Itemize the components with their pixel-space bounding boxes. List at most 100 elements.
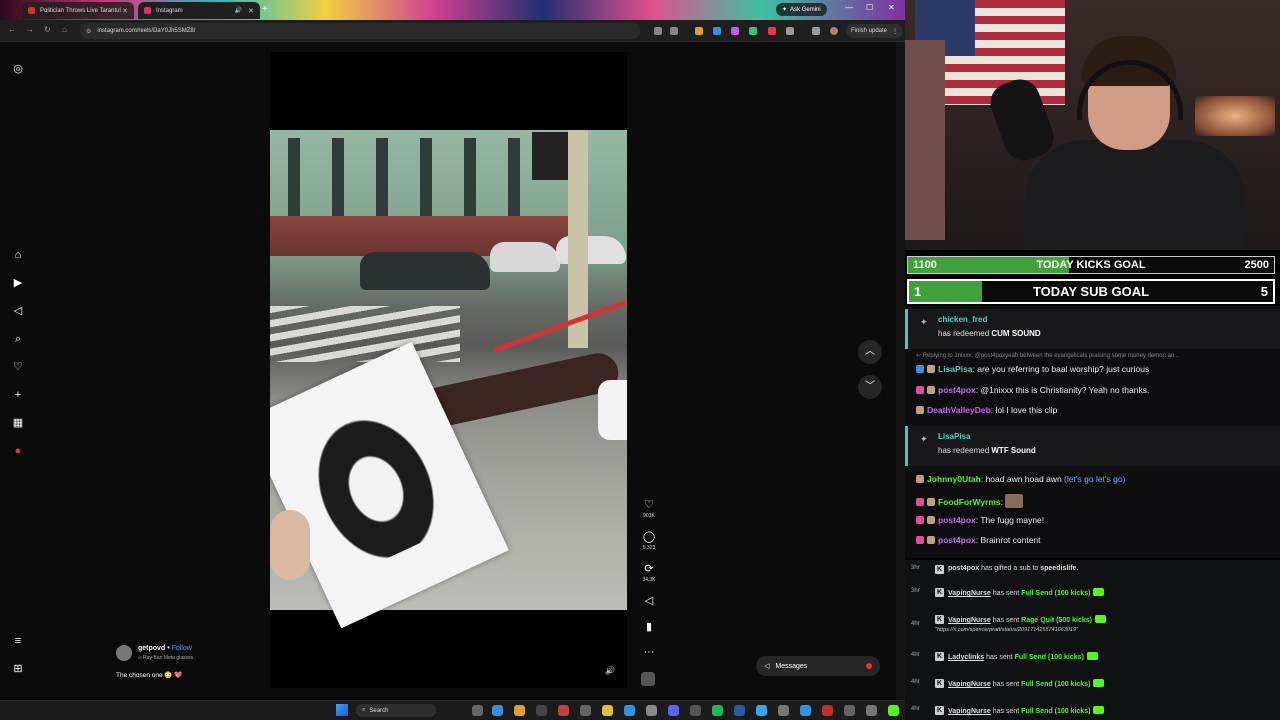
chat-username[interactable]: Johnny0Utah	[927, 474, 981, 484]
messages-button[interactable]: ◁ Messages	[756, 656, 880, 676]
kicks-goal-bar: 1100 TODAY KICKS GOAL 2500	[907, 256, 1275, 274]
feed-user[interactable]: VapingNurse	[948, 708, 991, 715]
taskbar-search[interactable]: ⌕ Search	[356, 704, 436, 717]
extension-icon[interactable]	[731, 27, 739, 35]
folder-icon[interactable]	[602, 705, 613, 716]
sub-goal-label: TODAY SUB GOAL	[1032, 284, 1150, 299]
create-icon[interactable]: +	[11, 388, 25, 402]
crosswalk	[270, 306, 460, 362]
tab-politician[interactable]: Politician Throws Live Tarantul ✕	[22, 2, 134, 19]
bookmark-star-icon[interactable]	[670, 27, 678, 35]
sidebar-icon[interactable]	[812, 27, 820, 35]
profile-icon[interactable]: ●	[11, 444, 25, 458]
feed-user[interactable]: VapingNurse	[948, 681, 991, 688]
site-info-icon[interactable]: ⚙	[86, 28, 91, 35]
app-icon[interactable]	[558, 705, 569, 716]
reels-icon[interactable]: ▶	[11, 276, 25, 290]
previous-reel-button[interactable]: ︿	[858, 340, 882, 364]
audio-thumbnail[interactable]	[641, 672, 655, 686]
app-icon[interactable]	[580, 705, 591, 716]
feed-time: 4hr	[911, 706, 920, 712]
repost-icon[interactable]: ⟳	[638, 562, 660, 575]
menu-icon[interactable]: ≡	[11, 634, 25, 648]
extensions-puzzle-icon[interactable]	[786, 27, 794, 35]
chat-username[interactable]: FoodForWyrms	[938, 497, 1001, 507]
badge-icon	[916, 386, 924, 394]
task-view-icon[interactable]	[472, 705, 483, 716]
obs-icon[interactable]	[536, 705, 547, 716]
scrollbar[interactable]	[896, 42, 905, 700]
store-icon[interactable]	[624, 705, 635, 716]
volume-icon[interactable]: 🔊	[605, 666, 615, 675]
chat-username[interactable]: LisaPisa	[938, 364, 973, 374]
also-from-meta-icon[interactable]: ⊞	[11, 662, 25, 676]
feed-user[interactable]: post4pox	[948, 565, 979, 572]
home-icon[interactable]: ⌂	[11, 248, 25, 262]
app-icon[interactable]	[844, 705, 855, 716]
chrome-icon[interactable]	[514, 705, 525, 716]
more-options-icon[interactable]: ···	[638, 646, 660, 658]
kick-icon[interactable]	[888, 705, 899, 716]
redeem-prefix: has redeemed	[938, 446, 992, 455]
finish-update-button[interactable]: Finish update ⋮	[846, 24, 904, 38]
app-icon[interactable]	[646, 705, 657, 716]
chat-message: post4pox: @1nixxx this is Christianity? …	[916, 385, 1149, 395]
explore-icon[interactable]: ◁	[11, 304, 25, 318]
feed-user[interactable]: Ladyclinks	[948, 654, 984, 661]
dashboard-icon[interactable]: ▦	[11, 416, 25, 430]
notifications-icon[interactable]: ♡	[11, 360, 25, 374]
follow-button[interactable]: Follow	[172, 645, 192, 652]
minimize-icon[interactable]: —	[845, 3, 853, 12]
back-icon[interactable]: ←	[8, 25, 16, 34]
photoshop-icon[interactable]	[756, 705, 767, 716]
redeem-user[interactable]: chicken_fred	[938, 315, 987, 324]
extension-icon[interactable]	[749, 27, 757, 35]
discord-icon[interactable]	[668, 705, 679, 716]
chat-username[interactable]: DeathValleyDeb	[927, 405, 991, 415]
maximize-icon[interactable]: ☐	[866, 3, 873, 12]
app-icon[interactable]	[822, 705, 833, 716]
edge-icon[interactable]	[492, 705, 503, 716]
chat-username[interactable]: post4pox	[938, 535, 976, 545]
badge-icon	[927, 498, 935, 506]
feed-user[interactable]: VapingNurse	[948, 590, 991, 597]
redeem-user[interactable]: LisaPisa	[938, 432, 970, 441]
profile-avatar-icon[interactable]	[830, 27, 838, 35]
forward-icon[interactable]: →	[26, 25, 34, 34]
tab-instagram[interactable]: Instagram 🔊 ✕	[138, 2, 260, 19]
url-field[interactable]: ⚙ instagram.com/reels/DaY0Jh5SMZ8/	[80, 23, 640, 39]
spotify-icon[interactable]	[712, 705, 723, 716]
close-tab-icon[interactable]: ✕	[122, 7, 128, 15]
extension-icon[interactable]	[713, 27, 721, 35]
new-tab-button[interactable]: +	[262, 4, 268, 15]
reel-video[interactable]	[270, 52, 627, 688]
feed-user[interactable]: VapingNurse	[948, 617, 991, 624]
chat-username[interactable]: post4pox	[938, 515, 976, 525]
author-username[interactable]: getpovd	[138, 645, 165, 652]
extension-icon[interactable]	[695, 27, 703, 35]
search-icon[interactable]: ⌕	[11, 332, 25, 346]
app-icon[interactable]	[866, 705, 877, 716]
app-icon[interactable]	[734, 705, 745, 716]
reload-icon[interactable]: ↻	[44, 25, 51, 34]
save-icon[interactable]: ▮	[638, 620, 660, 633]
instagram-logo-icon[interactable]: ◎	[11, 62, 25, 76]
share-icon[interactable]: ◁	[638, 594, 660, 607]
app-icon[interactable]	[690, 705, 701, 716]
install-icon[interactable]	[654, 27, 662, 35]
app-icon[interactable]	[800, 705, 811, 716]
start-icon[interactable]	[336, 704, 348, 716]
ask-gemini-button[interactable]: ✦ Ask Gemini	[776, 3, 827, 16]
close-tab-icon[interactable]: ✕	[248, 7, 254, 15]
chat-username[interactable]: post4pox	[938, 385, 976, 395]
next-reel-button[interactable]: ﹀	[858, 375, 882, 399]
speaker-icon[interactable]: 🔊	[235, 7, 242, 14]
feed-time: 4hr	[911, 652, 920, 658]
home-icon[interactable]: ⌂	[62, 25, 67, 34]
comment-icon[interactable]: ◯	[638, 530, 660, 543]
app-icon[interactable]	[778, 705, 789, 716]
close-window-icon[interactable]: ✕	[888, 3, 895, 12]
like-icon[interactable]: ♡	[638, 498, 660, 511]
extension-icon[interactable]	[768, 27, 776, 35]
avatar[interactable]	[116, 645, 132, 661]
